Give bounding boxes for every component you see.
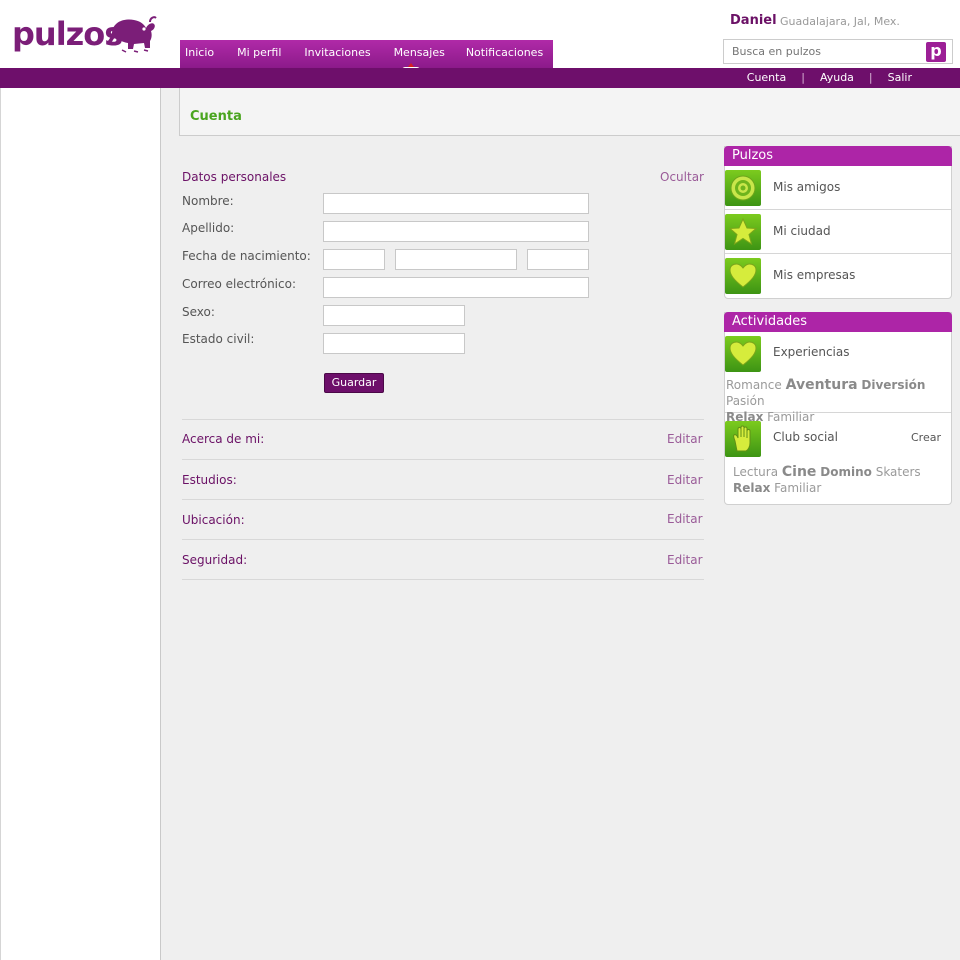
birth-year-field[interactable] xyxy=(527,249,589,270)
activity-label: Experiencias xyxy=(773,345,850,359)
label-sexo: Sexo: xyxy=(182,305,215,319)
divider xyxy=(182,499,704,500)
edit-ubicacion-link[interactable]: Editar xyxy=(667,512,703,526)
email-field[interactable] xyxy=(323,277,589,298)
label-fecha: Fecha de nacimiento: xyxy=(182,249,311,263)
section-ubicacion[interactable]: Ubicación: xyxy=(182,513,245,527)
divider xyxy=(182,419,704,420)
estado-civil-field[interactable] xyxy=(323,333,465,354)
left-sidebar xyxy=(0,88,161,960)
birth-month-field[interactable] xyxy=(395,249,517,270)
pulzos-panel-title: Pulzos xyxy=(724,146,952,166)
nav-invitaciones[interactable]: Invitaciones xyxy=(292,40,381,68)
save-button[interactable]: Guardar xyxy=(324,373,384,393)
heart-icon xyxy=(725,336,761,372)
search-input[interactable] xyxy=(724,40,924,63)
section-seguridad[interactable]: Seguridad: xyxy=(182,553,247,567)
pulzos-item-label: Mis amigos xyxy=(773,180,841,194)
section-acerca[interactable]: Acerca de mi: xyxy=(182,432,264,446)
tag[interactable]: Diversión xyxy=(861,378,925,392)
birth-day-field[interactable] xyxy=(323,249,385,270)
target-icon xyxy=(725,170,761,206)
search-button-icon[interactable]: p xyxy=(926,42,946,62)
activities-panel-title: Actividades xyxy=(724,312,952,332)
account-bar: Cuenta | Ayuda | Salir xyxy=(0,68,960,88)
tag[interactable]: Familiar xyxy=(774,481,821,495)
separator: | xyxy=(801,71,805,84)
label-nombre: Nombre: xyxy=(182,194,234,208)
activity-club-social[interactable]: Club social Crear Lectura Cine Domino Sk… xyxy=(725,413,951,504)
tag[interactable]: Domino xyxy=(820,465,872,479)
divider xyxy=(182,459,704,460)
header: pulzos Inicio Mi perfil Invitaciones Men… xyxy=(0,0,960,68)
tag[interactable]: Romance xyxy=(726,378,782,392)
activities-panel: Actividades Experiencias Romance Aventur… xyxy=(724,312,952,505)
label-estado-civil: Estado civil: xyxy=(182,332,255,346)
user-location: Guadalajara, Jal, Mex. xyxy=(780,15,900,28)
pulzos-item-empresas[interactable]: Mis empresas xyxy=(725,254,951,298)
link-ayuda[interactable]: Ayuda xyxy=(820,71,854,84)
section-estudios[interactable]: Estudios: xyxy=(182,473,237,487)
label-apellido: Apellido: xyxy=(182,221,235,235)
club-tags: Lectura Cine Domino Skaters Relax Famili… xyxy=(733,464,948,496)
separator: | xyxy=(868,71,873,84)
elephant-icon xyxy=(107,16,157,53)
star-icon xyxy=(725,214,761,250)
nav-inicio[interactable]: Inicio xyxy=(180,40,225,68)
tag[interactable]: Cine xyxy=(782,464,817,480)
nav-notificaciones[interactable]: Notificaciones xyxy=(456,40,553,68)
page-header xyxy=(179,88,960,136)
user-name[interactable]: Daniel xyxy=(730,13,777,28)
edit-seguridad-link[interactable]: Editar xyxy=(667,553,703,567)
pulzos-item-label: Mis empresas xyxy=(773,268,856,282)
pulzos-panel: Pulzos Mis amigos Mi ciudad Mis empresas xyxy=(724,146,952,299)
pulzos-item-label: Mi ciudad xyxy=(773,224,831,238)
label-correo: Correo electrónico: xyxy=(182,277,296,291)
nav-mi-perfil[interactable]: Mi perfil xyxy=(225,40,292,68)
tag[interactable]: Relax xyxy=(733,481,770,495)
link-cuenta[interactable]: Cuenta xyxy=(747,71,786,84)
search-box: p xyxy=(723,39,953,64)
hide-link[interactable]: Ocultar xyxy=(660,170,704,184)
edit-estudios-link[interactable]: Editar xyxy=(667,473,703,487)
page-title: Cuenta xyxy=(190,109,242,124)
apellido-field[interactable] xyxy=(323,221,589,242)
create-club-link[interactable]: Crear xyxy=(911,431,941,444)
sexo-field[interactable] xyxy=(323,305,465,326)
main-nav: Inicio Mi perfil Invitaciones Mensajes N… xyxy=(180,40,554,68)
link-salir[interactable]: Salir xyxy=(888,71,912,84)
heart-icon xyxy=(725,258,761,294)
activity-label: Club social xyxy=(773,430,838,444)
edit-acerca-link[interactable]: Editar xyxy=(667,432,703,446)
tag[interactable]: Skaters xyxy=(876,465,921,479)
hand-icon xyxy=(725,421,761,457)
top-links: Cuenta | Ayuda | Salir xyxy=(747,71,912,84)
nav-mensajes[interactable]: Mensajes xyxy=(382,40,456,68)
divider xyxy=(182,539,704,540)
pulzos-item-ciudad[interactable]: Mi ciudad xyxy=(725,210,951,254)
personal-data-title: Datos personales xyxy=(182,170,287,184)
tag[interactable]: Aventura xyxy=(786,377,858,393)
activity-experiencias[interactable]: Experiencias Romance Aventura Diversión … xyxy=(725,332,951,424)
pulzos-item-amigos[interactable]: Mis amigos xyxy=(725,166,951,210)
tag[interactable]: Lectura xyxy=(733,465,778,479)
divider xyxy=(182,579,704,580)
tag[interactable]: Pasión xyxy=(726,394,765,408)
nombre-field[interactable] xyxy=(323,193,589,214)
